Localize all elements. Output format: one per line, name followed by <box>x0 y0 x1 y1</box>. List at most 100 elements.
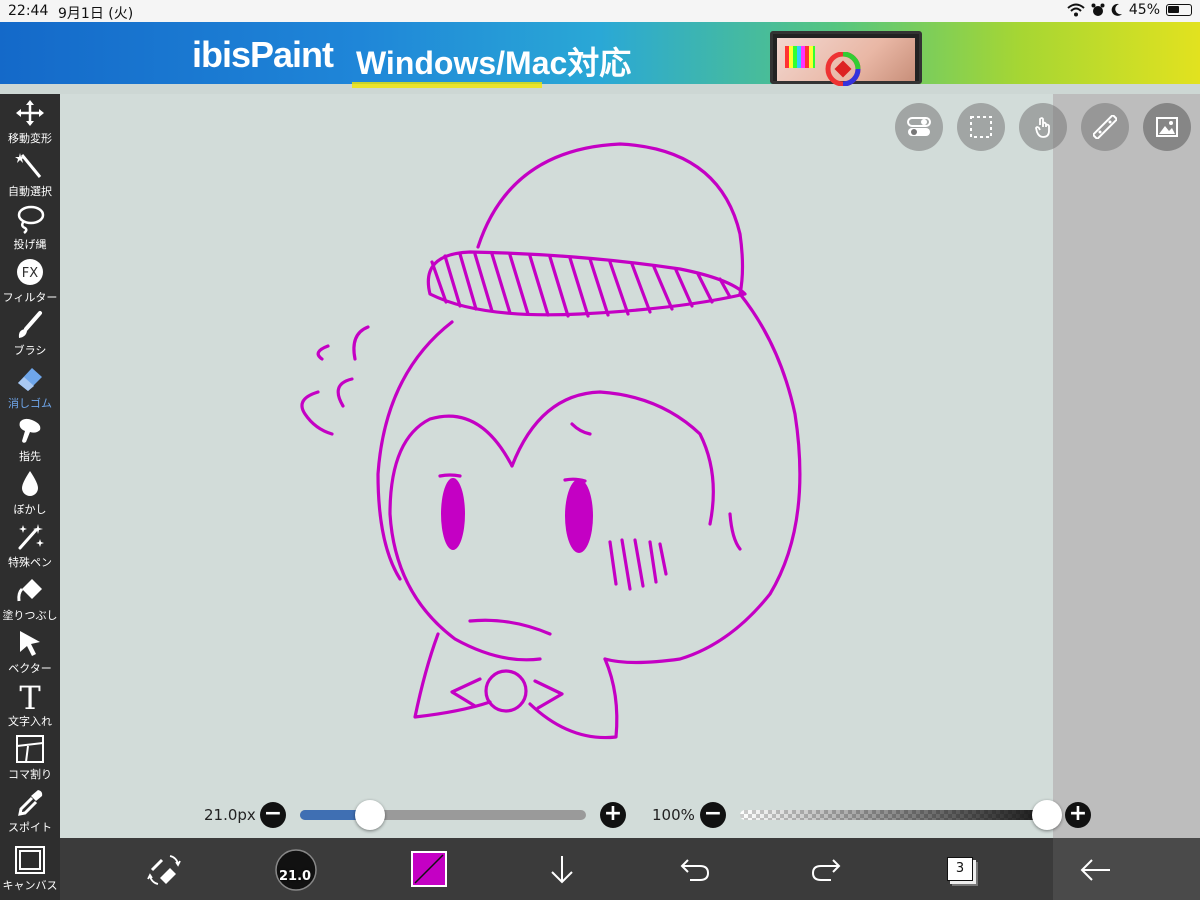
tool-filter[interactable]: FX フィルター <box>0 255 60 308</box>
brim-hatching <box>430 252 732 318</box>
mouth <box>468 618 552 636</box>
ruler-button[interactable] <box>1081 103 1129 151</box>
bottom-toolbar: 21.0 3 <box>60 838 1200 900</box>
brush-size-decrease-button[interactable]: − <box>260 802 286 828</box>
left-brow <box>438 473 462 478</box>
tool-label: 特殊ペン <box>8 556 52 569</box>
tool-eraser[interactable]: 消しゴム <box>0 361 60 414</box>
tool-label: 自動選択 <box>8 185 52 198</box>
tool-lasso[interactable]: 投げ縄 <box>0 202 60 255</box>
brush-size-slider-handle[interactable] <box>355 800 385 830</box>
tool-label: 塗りつぶし <box>2 609 58 622</box>
tool-fill[interactable]: 塗りつぶし <box>0 573 60 626</box>
face-outline <box>388 390 715 662</box>
tool-canvas[interactable]: キャンバス <box>0 843 60 896</box>
brush-preview-button[interactable]: 21.0 <box>274 848 318 892</box>
layers-button[interactable]: 3 <box>947 857 973 881</box>
tool-vector[interactable]: ベクター <box>0 626 60 679</box>
work-area[interactable] <box>60 94 1200 838</box>
toggle-icon <box>907 117 931 136</box>
redo-icon <box>811 859 841 881</box>
brush-icon <box>18 311 42 338</box>
swap-brush-eraser-icon <box>147 855 181 885</box>
right-eye <box>565 479 593 553</box>
eraser-icon <box>18 368 42 391</box>
svg-text:T: T <box>19 681 41 711</box>
tool-label: フィルター <box>2 291 58 304</box>
finger-icon <box>19 418 41 443</box>
opacity-value: 100% <box>652 806 695 824</box>
ear-mark <box>728 512 742 551</box>
layer-count: 3 <box>955 861 965 876</box>
color-wheel-icon <box>825 52 861 86</box>
ruler-icon <box>1093 115 1117 139</box>
bow-tie-right <box>528 657 619 740</box>
svg-text:FX: FX <box>22 266 38 281</box>
back-arrow-icon <box>1080 859 1110 881</box>
cheek-lines <box>608 538 668 591</box>
opacity-increase-button[interactable]: + <box>1065 802 1091 828</box>
banner-tagline: Windows/Mac対応 <box>356 45 632 81</box>
motion-mark-3 <box>336 377 354 408</box>
save-button[interactable] <box>540 848 584 892</box>
reference-image-button[interactable] <box>1143 103 1191 151</box>
tool-auto-select[interactable]: 自動選択 <box>0 149 60 202</box>
tool-finger[interactable]: 指先 <box>0 414 60 467</box>
vector-cursor-icon <box>20 631 40 656</box>
battery-icon <box>1166 4 1192 16</box>
cap-dome <box>476 142 745 296</box>
eyedropper-icon <box>18 790 43 816</box>
bow-inner-right <box>533 679 564 710</box>
bow-tie-knot <box>484 669 528 713</box>
selection-rect-icon <box>970 116 992 138</box>
canvas-icon <box>15 846 45 874</box>
ad-banner[interactable]: ibisPaint Windows/Mac対応 <box>0 22 1200 88</box>
touch-button[interactable] <box>1019 103 1067 151</box>
text-icon: T <box>19 681 41 711</box>
opacity-decrease-button[interactable]: − <box>700 802 726 828</box>
plus-icon: + <box>603 801 623 826</box>
blur-drop-icon <box>22 471 38 496</box>
tool-blur[interactable]: ぼかし <box>0 467 60 520</box>
back-button[interactable] <box>1074 848 1118 892</box>
selection-button[interactable] <box>957 103 1005 151</box>
tool-label: ぼかし <box>13 503 47 516</box>
swap-brush-eraser-button[interactable] <box>142 848 186 892</box>
redo-button[interactable] <box>805 848 849 892</box>
bow-tie-left <box>413 632 492 719</box>
wifi-icon <box>1067 3 1085 17</box>
tool-frame-divider[interactable]: コマ割り <box>0 732 60 785</box>
opacity-slider[interactable] <box>740 810 1056 820</box>
brow-mark <box>570 422 592 436</box>
tool-label: 消しゴム <box>8 397 52 410</box>
tool-label: ブラシ <box>13 344 47 357</box>
tool-label: 指先 <box>19 450 41 463</box>
tool-text[interactable]: T 文字入れ <box>0 679 60 732</box>
head-outline <box>376 292 802 665</box>
tool-move-transform[interactable]: 移動変形 <box>0 96 60 149</box>
tool-special-pen[interactable]: 特殊ペン <box>0 520 60 573</box>
magic-wand-icon <box>15 153 42 178</box>
status-indicators: 45% <box>1067 2 1192 18</box>
color-swatch-button[interactable] <box>408 848 452 892</box>
tool-brush[interactable]: ブラシ <box>0 308 60 361</box>
tool-sidebar: 移動変形 自動選択 投げ縄 FX フィルター ブラシ 消しゴム 指先 ぼかし 特… <box>0 94 60 900</box>
brush-size-increase-button[interactable]: + <box>600 802 626 828</box>
filter-fx-icon: FX <box>17 259 43 285</box>
toggle-button[interactable] <box>895 103 943 151</box>
color-swatch-icon <box>411 851 447 887</box>
move-icon <box>16 100 44 126</box>
brush-size-value: 21.0px <box>204 806 256 824</box>
tool-label: ベクター <box>8 662 52 675</box>
drawing-canvas[interactable] <box>60 94 1191 838</box>
opacity-slider-handle[interactable] <box>1032 800 1062 830</box>
character-drawing <box>300 142 802 740</box>
download-arrow-icon <box>551 856 573 884</box>
undo-button[interactable] <box>672 848 716 892</box>
left-eye <box>441 478 465 550</box>
tool-label: 投げ縄 <box>13 238 47 251</box>
fill-bucket-icon <box>17 579 42 602</box>
tool-eyedropper[interactable]: スポイト <box>0 785 60 838</box>
frame-divider-icon <box>16 735 44 763</box>
ibis-paint-screen: { "status_bar": { "time": "22:44", "date… <box>0 0 1200 900</box>
